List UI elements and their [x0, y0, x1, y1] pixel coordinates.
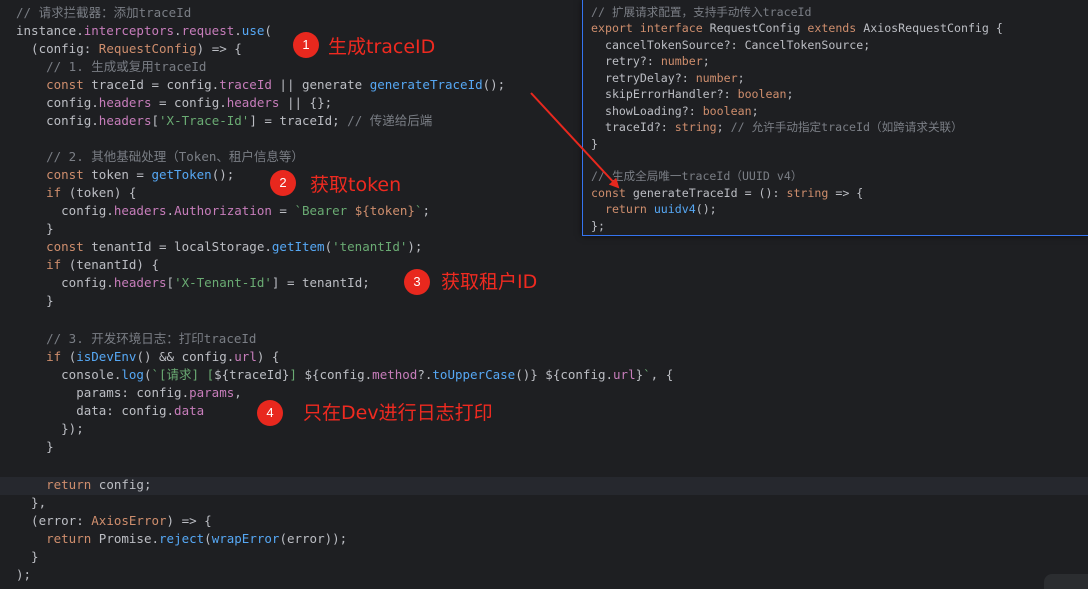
code-line-6: config.headers = config.headers || {};	[16, 95, 333, 110]
definition-popup[interactable]: // 扩展请求配置，支持手动传入traceId export interface…	[582, 0, 1088, 236]
popup-line-11: // 生成全局唯一traceId（UUID v4）	[591, 169, 803, 183]
code-line-22: params: config.params,	[16, 385, 242, 400]
popup-line-8: traceId?: string; // 允许手动指定traceId（如跨请求关…	[591, 120, 963, 134]
code-line-10: const token = getToken();	[16, 167, 235, 182]
code-line-4: // 1. 生成或复用traceId	[16, 59, 207, 74]
code-line-7: config.headers['X-Trace-Id'] = traceId; …	[16, 113, 433, 128]
code-line-27: return config;	[16, 477, 152, 492]
code-line-1: // 请求拦截器：添加traceId	[16, 5, 192, 20]
code-line-13: }	[16, 221, 54, 236]
annotation-text-4: 只在Dev进行日志打印	[303, 402, 493, 424]
annotation-badge-4: 4	[257, 400, 283, 426]
code-line-9: // 2. 其他基础处理（Token、租户信息等）	[16, 149, 304, 164]
popup-line-1: // 扩展请求配置，支持手动传入traceId	[591, 5, 812, 19]
code-line-30: return Promise.reject(wrapError(error));	[16, 531, 348, 546]
popup-line-7: showLoading?: boolean;	[591, 103, 759, 118]
popup-line-5: retryDelay?: number;	[591, 70, 745, 85]
corner-widget[interactable]	[1044, 574, 1088, 589]
annotation-text-2: 获取token	[310, 174, 402, 196]
code-line-29: (error: AxiosError) => {	[16, 513, 212, 528]
annotation-badge-2: 2	[270, 170, 296, 196]
popup-line-6: skipErrorHandler?: boolean;	[591, 87, 794, 101]
code-line-32: );	[16, 567, 32, 582]
code-line-25: }	[16, 439, 54, 454]
popup-line-14: };	[591, 218, 605, 233]
popup-line-12: const generateTraceId = (): string => {	[591, 185, 864, 200]
annotation-text-3: 获取租户ID	[441, 271, 538, 293]
code-line-23: data: config.data	[16, 403, 205, 418]
code-line-3: (config: RequestConfig) => {	[16, 41, 242, 56]
current-line-highlight	[0, 477, 1088, 495]
popup-line-4: retry?: number;	[591, 54, 710, 68]
popup-line-13: return uuidv4();	[591, 202, 717, 216]
code-line-5: const traceId = config.traceId || genera…	[16, 77, 506, 92]
code-line-14: const tenantId = localStorage.getItem('t…	[16, 239, 423, 254]
code-line-19: // 3. 开发环境日志：打印traceId	[16, 331, 257, 346]
code-line-21: console.log(`[请求] [${traceId}] ${config.…	[16, 367, 674, 382]
popup-line-9: }	[591, 136, 598, 151]
code-line-24: });	[16, 421, 84, 436]
annotation-badge-1: 1	[293, 32, 319, 58]
code-line-28: },	[16, 495, 47, 510]
annotation-text-1: 生成traceID	[328, 36, 436, 58]
popup-line-3: cancelTokenSource?: CancelTokenSource;	[591, 37, 871, 52]
code-line-31: }	[16, 549, 39, 564]
code-line-2: instance.interceptors.request.use(	[16, 23, 272, 38]
code-line-12: config.headers.Authorization = `Bearer $…	[16, 203, 430, 218]
popup-line-2: export interface RequestConfig extends A…	[591, 21, 1003, 35]
annotation-badge-3: 3	[404, 269, 430, 295]
code-line-11: if (token) {	[16, 185, 137, 200]
code-line-15: if (tenantId) {	[16, 257, 159, 272]
code-line-20: if (isDevEnv() && config.url) {	[16, 349, 280, 364]
code-line-17: }	[16, 293, 54, 308]
code-line-16: config.headers['X-Tenant-Id'] = tenantId…	[16, 275, 370, 290]
